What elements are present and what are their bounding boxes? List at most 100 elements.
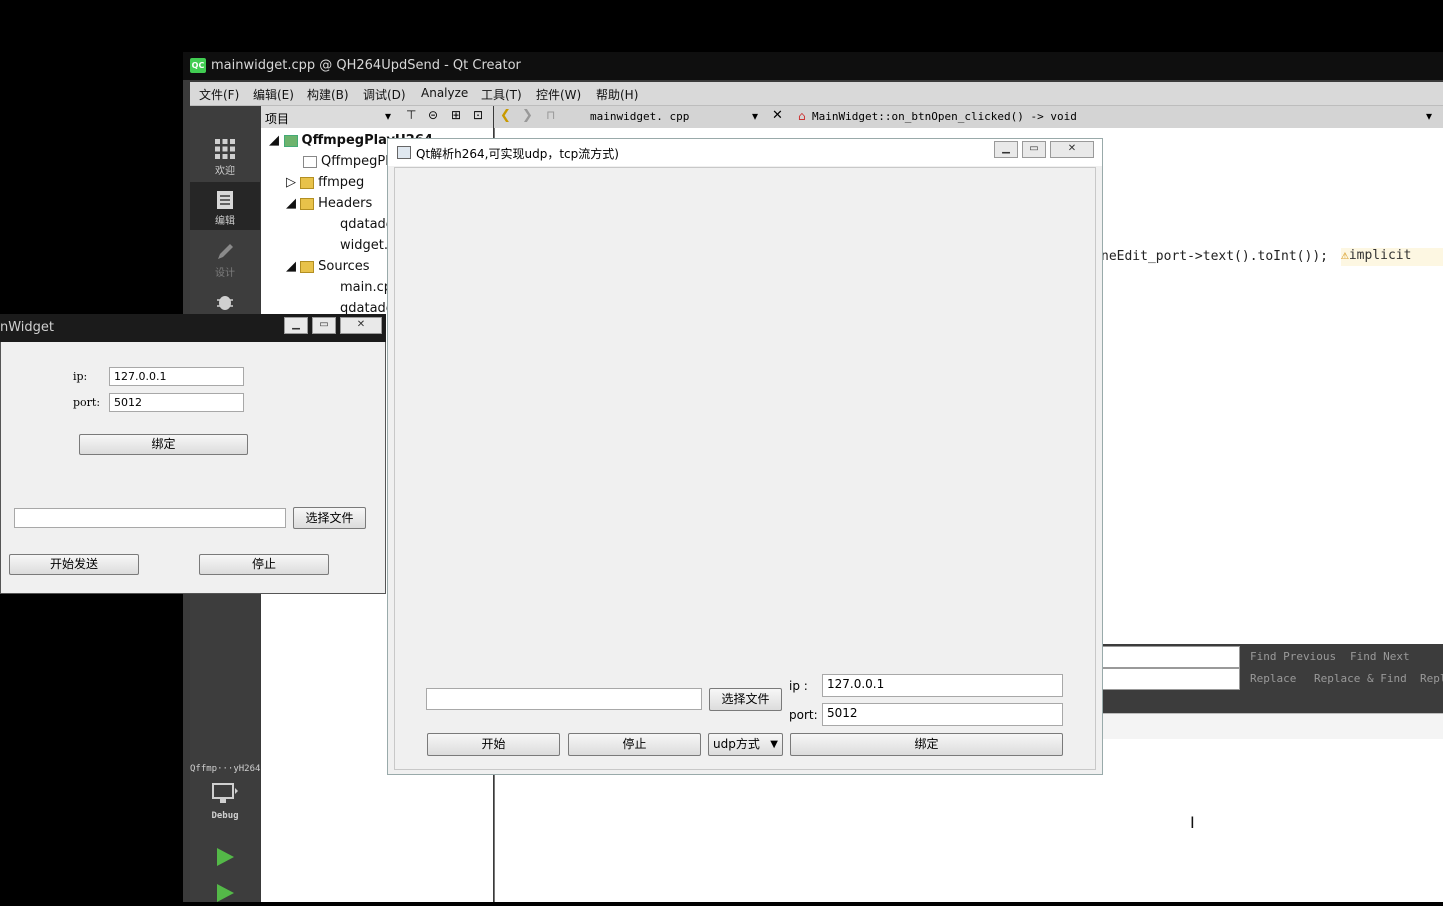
stop-button[interactable]: 停止 (199, 554, 329, 575)
player-dialog-title: Qt解析h264,可实现udp，tcp流方式) (416, 147, 619, 161)
tree-item-ffmpeg[interactable]: ▷ ffmpeg (286, 175, 364, 190)
mode-design[interactable]: 设计 (190, 242, 260, 279)
maximize-button[interactable]: ▭ (312, 317, 336, 334)
menu-file[interactable]: 文件(F) (199, 86, 239, 103)
file-path-input[interactable] (14, 508, 286, 528)
find-input[interactable] (1100, 646, 1240, 668)
close-button[interactable]: ✕ (340, 317, 382, 334)
play-debug-icon (217, 884, 234, 902)
dialog-ip-label: ip : (789, 679, 808, 693)
menu-help[interactable]: 帮助(H) (596, 86, 638, 103)
mode-welcome-label: 欢迎 (215, 166, 235, 177)
menu-tools[interactable]: 工具(T) (481, 86, 522, 103)
menu-debug[interactable]: 调试(D) (363, 86, 406, 103)
project-panel-label: 项目 (265, 112, 290, 126)
mainwidget-title: nWidget (0, 320, 55, 335)
debug-run-button[interactable] (190, 882, 260, 906)
filter-icon[interactable]: ⊤ (406, 108, 416, 122)
folder-icon (300, 260, 315, 273)
run-button[interactable] (190, 846, 260, 870)
close-file-icon[interactable]: ✕ (772, 108, 783, 123)
menu-controls[interactable]: 控件(W) (536, 86, 581, 103)
menu-edit[interactable]: 编辑(E) (253, 86, 294, 103)
window-title: mainwidget.cpp @ QH264UpdSend - Qt Creat… (211, 58, 521, 73)
bug-icon (217, 296, 233, 310)
port-label: port: (73, 396, 101, 409)
text-cursor-icon: I (1190, 813, 1195, 832)
dialog-choose-file-button[interactable]: 选择文件 (709, 688, 782, 711)
chevron-down-icon[interactable]: ▾ (385, 109, 391, 123)
kit-build-label: Debug (211, 811, 239, 821)
output-pane (1100, 713, 1443, 739)
replace-input[interactable] (1100, 668, 1240, 690)
find-previous-button[interactable]: Find Previous (1250, 650, 1336, 663)
replace-find-button[interactable]: Replace & Find (1314, 672, 1407, 685)
close-panel-icon[interactable]: ⊡ (473, 108, 483, 122)
expand-arrow-icon: ▷ (286, 175, 301, 190)
mode-debug[interactable] (190, 292, 260, 314)
forward-arrow-icon[interactable]: ❯ (522, 108, 533, 123)
warning-annotation: ⚠implicit (1341, 248, 1443, 266)
dialog-ip-field[interactable]: 127.0.0.1 (822, 674, 1063, 697)
dialog-minimize-button[interactable]: ▁ (994, 141, 1018, 158)
replace-all-button[interactable]: Repl (1420, 672, 1443, 685)
replace-button[interactable]: Replace (1250, 672, 1296, 685)
folder-icon (300, 176, 315, 189)
project-icon (283, 134, 298, 147)
menu-build[interactable]: 构建(B) (307, 86, 349, 103)
editor-toolbar: ❮ ❯ ⊓ mainwidget. cpp ▾ ✕ ⌂ MainWidget::… (494, 106, 1443, 129)
dialog-bind-button[interactable]: 绑定 (790, 733, 1063, 756)
mode-edit-label: 编辑 (215, 216, 235, 227)
file-icon (303, 155, 317, 168)
function-selector[interactable]: MainWidget::on_btnOpen_clicked() -> void (812, 110, 1077, 123)
folder-icon (300, 197, 315, 210)
file-dropdown-icon[interactable]: ▾ (752, 109, 758, 123)
qt-creator-logo-icon: QC (190, 58, 206, 73)
dialog-port-field[interactable]: 5012 (822, 703, 1063, 726)
bind-button[interactable]: 绑定 (79, 434, 248, 455)
collapse-arrow-icon: ◢ (286, 259, 301, 274)
editor-file-selector[interactable]: mainwidget. cpp (590, 110, 689, 123)
link-icon[interactable]: ⊝ (428, 108, 438, 122)
dialog-maximize-button[interactable]: ▭ (1022, 141, 1046, 158)
menu-bar: 文件(F) 编辑(E) 构建(B) 调试(D) Analyze 工具(T) 控件… (190, 82, 1443, 106)
dialog-port-label: port: (789, 708, 818, 722)
monitor-icon (212, 783, 238, 803)
dialog-close-button[interactable]: ✕ (1050, 141, 1094, 158)
tree-item-sources[interactable]: ◢ Sources (286, 259, 370, 274)
transport-mode-value: udp方式 (713, 737, 760, 751)
dialog-stop-button[interactable]: 停止 (568, 733, 701, 756)
lock-icon: ⊓ (546, 108, 556, 122)
code-line: neEdit_port->text().toInt()); (1101, 249, 1328, 264)
document-icon (217, 191, 233, 209)
dialog-start-button[interactable]: 开始 (427, 733, 560, 756)
find-next-button[interactable]: Find Next (1350, 650, 1410, 663)
tree-item-headers[interactable]: ◢ Headers (286, 196, 372, 211)
mode-welcome[interactable]: 欢迎 (190, 138, 260, 177)
split-icon[interactable]: ⊞ (451, 108, 461, 122)
tree-item-pro-file[interactable]: QffmpegPla (303, 154, 397, 169)
kit-selector[interactable]: Debug (190, 782, 260, 821)
minimize-button[interactable]: ▁ (284, 317, 308, 334)
grid-icon (215, 139, 235, 159)
function-dropdown-icon[interactable]: ▾ (1426, 109, 1432, 123)
transport-mode-select[interactable]: udp方式 ▼ (708, 733, 783, 756)
ip-label: ip: (73, 370, 88, 383)
mode-design-label: 设计 (215, 268, 235, 279)
port-field[interactable]: 5012 (109, 393, 244, 412)
dialog-file-path-input[interactable] (426, 688, 702, 710)
window-icon (397, 146, 411, 159)
warning-icon: ⚠ (1341, 248, 1349, 263)
choose-file-button[interactable]: 选择文件 (293, 507, 366, 529)
collapse-arrow-icon: ◢ (269, 133, 284, 148)
mode-edit[interactable]: 编辑 (190, 182, 260, 230)
start-send-button[interactable]: 开始发送 (9, 554, 139, 575)
back-arrow-icon[interactable]: ❮ (500, 108, 511, 123)
menu-analyze[interactable]: Analyze (421, 86, 468, 100)
ip-field[interactable]: 127.0.0.1 (109, 367, 244, 386)
mainwidget-titlebar: nWidget ▁ ▭ ✕ (0, 314, 386, 342)
tree-item-qdatadefine-h[interactable]: qdatade (340, 217, 394, 232)
project-panel-header: 项目 ▾ ⊤ ⊝ ⊞ ⊡ (261, 106, 493, 129)
play-icon (217, 848, 234, 866)
dropdown-arrow-icon: ▼ (770, 739, 778, 750)
